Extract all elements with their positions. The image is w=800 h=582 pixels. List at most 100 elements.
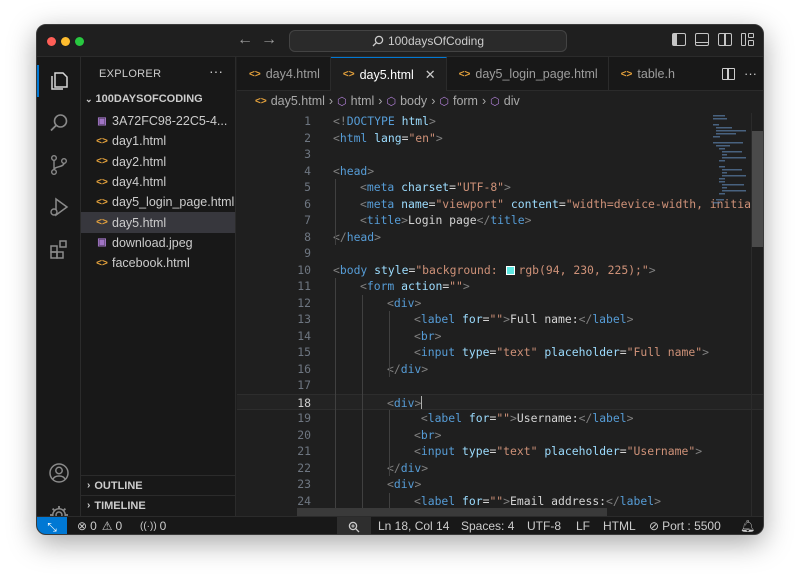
code-line[interactable]: 5 <meta charset="UTF-8"> (237, 179, 763, 196)
toggle-secondary-sidebar-icon[interactable] (718, 33, 732, 46)
language-mode[interactable]: HTML (603, 519, 636, 533)
explorer-more-button[interactable]: ··· (209, 63, 223, 79)
run-debug-activity[interactable] (37, 187, 81, 227)
code-line[interactable]: 18 <div> (237, 393, 763, 410)
customize-layout-icon[interactable] (741, 33, 755, 46)
tab-day5[interactable]: <> day5.html ✕ (330, 57, 447, 91)
breadcrumb-item[interactable]: form (453, 94, 478, 108)
minimap[interactable] (711, 113, 747, 516)
code-token: for (455, 312, 483, 326)
line-number: 13 (297, 312, 311, 326)
code-line[interactable]: 3 (237, 146, 763, 163)
code-line[interactable]: 13 <label for="">Full name:</label> (237, 311, 763, 328)
close-window-button[interactable] (47, 37, 56, 46)
code-line[interactable]: 1 <!DOCTYPE html> (237, 113, 763, 130)
toggle-panel-icon[interactable] (695, 33, 709, 46)
command-center[interactable]: 100daysOfCoding (289, 30, 567, 52)
code-text: <meta charset="UTF-8"> (360, 179, 511, 196)
toggle-sidebar-icon[interactable] (672, 33, 686, 46)
code-line[interactable]: 14 <br> (237, 328, 763, 345)
code-line[interactable]: 23 <div> (237, 476, 763, 493)
code-line[interactable]: 4 <head> (237, 163, 763, 180)
code-token: > (414, 477, 422, 491)
code-line[interactable]: 12 <div> (237, 295, 763, 312)
split-editor-icon[interactable] (722, 68, 735, 80)
code-line[interactable]: 24 <label for="">Email address:</label> (237, 493, 763, 510)
code-line[interactable]: 19 <label for="">Username:</label> (237, 410, 763, 427)
close-icon[interactable]: ✕ (425, 67, 436, 83)
breadcrumb-item[interactable]: html (351, 94, 375, 108)
folder-root[interactable]: ⌄ 100DAYSOFCODING (85, 93, 203, 105)
tab-table[interactable]: <> table.h (609, 57, 715, 91)
indentation[interactable]: Spaces: 4 (461, 519, 514, 533)
ports-indicator[interactable]: ((·)) 0 (140, 519, 166, 533)
vertical-scrollbar[interactable] (751, 113, 763, 516)
file-item[interactable]: ▣ download.jpeg (81, 233, 235, 253)
tab-day5-login-page[interactable]: <> day5_login_page.html (447, 57, 609, 91)
code-token: title (490, 213, 525, 227)
outline-section[interactable]: › OUTLINE (81, 475, 235, 495)
zoom-icon (348, 521, 360, 533)
code-line[interactable]: 7 <title>Login page</title> (237, 212, 763, 229)
maximize-window-button[interactable] (75, 37, 84, 46)
line-number: 7 (304, 213, 311, 227)
timeline-section[interactable]: › TIMELINE (81, 495, 235, 515)
line-number: 22 (297, 460, 311, 475)
source-control-activity[interactable] (37, 145, 81, 185)
file-item[interactable]: <> facebook.html (81, 253, 235, 273)
back-arrow-icon[interactable]: ← (237, 31, 253, 49)
breadcrumb-item[interactable]: div (504, 94, 520, 108)
remote-button[interactable]: ⤡ (37, 517, 67, 534)
line-number: 23 (297, 477, 311, 491)
notifications-bell-icon[interactable]: 🔔︎ (740, 519, 755, 533)
tab-day4[interactable]: <> day4.html (237, 57, 331, 91)
file-item[interactable]: <> day2.html (81, 152, 235, 172)
file-item[interactable]: <> day1.html (81, 131, 235, 151)
indent-guide (389, 410, 390, 476)
file-item[interactable]: ▣ 3A72FC98-22C5-4... (81, 111, 235, 131)
breadcrumb-item[interactable]: body (400, 94, 427, 108)
extensions-activity[interactable] (37, 229, 81, 269)
forward-arrow-icon[interactable]: → (261, 31, 277, 49)
horizontal-scrollbar[interactable] (297, 508, 607, 516)
accounts-activity[interactable] (37, 453, 81, 493)
file-name: day5_login_page.html (112, 195, 235, 210)
tab-label: table.h (637, 67, 675, 81)
file-item[interactable]: <> day4.html (81, 172, 235, 192)
code-line[interactable]: 21 <input type="text" placeholder="Userna… (237, 443, 763, 460)
cursor-position[interactable]: Ln 18, Col 14 (378, 519, 449, 533)
breadcrumb-item[interactable]: day5.html (271, 94, 325, 108)
file-name: 3A72FC98-22C5-4... (112, 114, 228, 129)
code-line[interactable]: 6 <meta name="viewport" content="width=de… (237, 196, 763, 213)
code-line[interactable]: 22 </div> (237, 460, 763, 477)
more-actions-icon[interactable]: ··· (744, 66, 757, 81)
code-text: <label for="">Email address:</label> (414, 493, 661, 510)
code-line[interactable]: 2 <html lang="en"> (237, 130, 763, 147)
explorer-activity[interactable] (37, 61, 81, 101)
problems-indicator[interactable]: ⊗ 0 ⚠ 0 (77, 519, 122, 533)
code-editor[interactable]: 1 <!DOCTYPE html> 2 <html lang="en"> 3 4 <head… (237, 113, 763, 516)
live-server-port[interactable]: ⊘ Port : 5500 (649, 519, 721, 533)
code-line[interactable]: 9 (237, 245, 763, 262)
minimize-window-button[interactable] (61, 37, 70, 46)
zoom-button[interactable] (337, 517, 371, 534)
code-line[interactable]: 15 <input type="text" placeholder="Full n… (237, 344, 763, 361)
file-item-selected[interactable]: <> day5.html (81, 212, 235, 233)
encoding[interactable]: UTF-8 (527, 519, 561, 533)
file-item[interactable]: <> day5_login_page.html (81, 192, 235, 212)
activity-bar (37, 57, 81, 524)
code-line[interactable]: 8 </head> (237, 229, 763, 246)
code-line[interactable]: 17 (237, 377, 763, 394)
scrollbar-thumb[interactable] (752, 131, 763, 247)
color-swatch[interactable] (506, 265, 516, 275)
line-number: 8 (304, 229, 311, 244)
code-line[interactable]: 10 <body style="background: rgb(94, 230, … (237, 262, 763, 279)
code-line[interactable]: 11 <form action=""> (237, 278, 763, 295)
file-name: day2.html (112, 154, 167, 169)
title-bar: ← → 100daysOfCoding (37, 25, 763, 57)
end-of-line[interactable]: LF (576, 519, 590, 533)
code-line[interactable]: 20 <br> (237, 427, 763, 444)
code-line[interactable]: 16 </div> (237, 361, 763, 378)
search-activity[interactable] (37, 103, 81, 143)
account-icon (49, 463, 69, 483)
